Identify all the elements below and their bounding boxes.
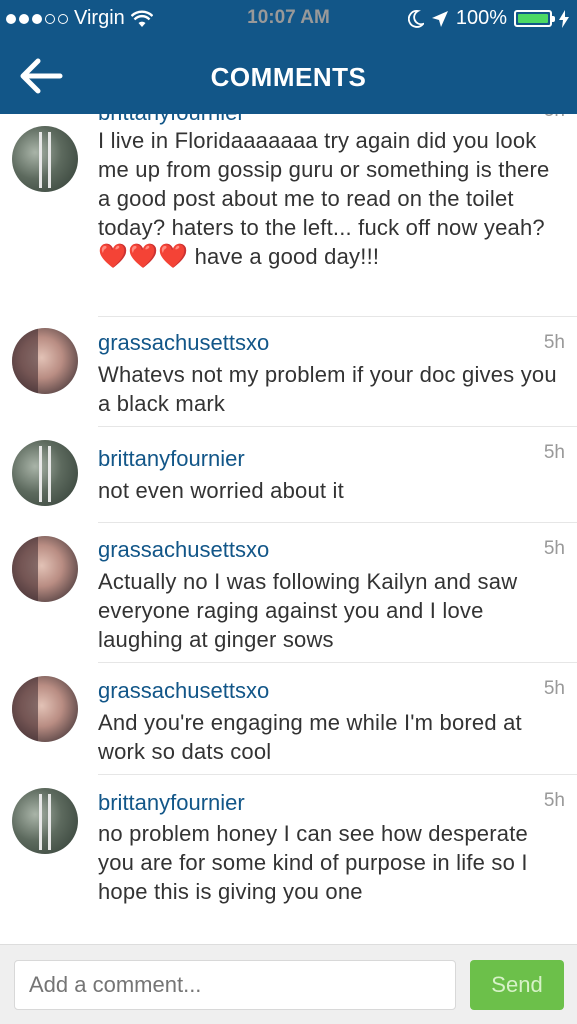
comment-input[interactable] xyxy=(14,960,456,1010)
page-title: COMMENTS xyxy=(210,62,367,92)
avatar[interactable] xyxy=(12,536,78,602)
battery-percent: 100% xyxy=(455,7,507,29)
top-header: Virgin 10:07 AM 100% COMMENTS xyxy=(0,0,577,114)
avatar[interactable] xyxy=(12,440,78,506)
comment-text: Whatevs not my problem if your doc gives… xyxy=(98,362,557,416)
comment-item: brittanyfournier 5h not even worried abo… xyxy=(0,426,577,523)
status-bar: Virgin 10:07 AM 100% xyxy=(0,0,577,38)
comment-item: brittanyfournier 5h no problem honey I c… xyxy=(0,774,577,944)
comment-text: not even worried about it xyxy=(98,478,344,503)
comment-timestamp: 5h xyxy=(543,790,565,811)
comment-username[interactable]: grassachusettsxo xyxy=(98,678,269,704)
comment-text: Actually no I was following Kailyn and s… xyxy=(98,569,518,652)
battery-icon xyxy=(514,10,555,27)
comment-body: I live in Floridaaaaaaa try again did yo… xyxy=(98,128,550,240)
comment-username[interactable]: brittanyfournier xyxy=(98,446,245,472)
nav-bar: COMMENTS xyxy=(0,38,577,114)
comment-item: brittanyfournier 5h I live in Floridaaaa… xyxy=(0,96,577,317)
moon-icon xyxy=(407,9,424,28)
avatar[interactable] xyxy=(12,676,78,742)
comment-username[interactable]: grassachusettsxo xyxy=(98,330,269,356)
comment-username[interactable]: grassachusettsxo xyxy=(98,537,269,563)
comment-text: And you're engaging me while I'm bored a… xyxy=(98,710,522,764)
comment-timestamp: 5h xyxy=(543,442,565,463)
avatar[interactable] xyxy=(12,328,78,394)
avatar[interactable] xyxy=(12,788,78,854)
comment-item: grassachusettsxo 5h And you're engaging … xyxy=(0,662,577,775)
location-arrow-icon xyxy=(431,10,448,27)
heart-emoji-icons: ❤️❤️❤️ xyxy=(98,243,189,270)
comment-timestamp: 5h xyxy=(543,538,565,559)
avatar[interactable] xyxy=(12,126,78,192)
send-button[interactable]: Send xyxy=(470,960,564,1010)
comment-tail: have a good day!!! xyxy=(194,244,380,269)
comment-username[interactable]: brittanyfournier xyxy=(98,790,245,816)
comment-timestamp: 5h xyxy=(543,678,565,699)
comments-list[interactable]: brittanyfournier 5h I live in Floridaaaa… xyxy=(0,0,577,944)
comment-item: grassachusettsxo 5h Whatevs not my probl… xyxy=(0,316,577,427)
charging-bolt-icon xyxy=(559,9,569,28)
comment-composer: Send xyxy=(0,944,577,1024)
comment-item: grassachusettsxo 5h Actually no I was fo… xyxy=(0,522,577,663)
status-right: 100% xyxy=(407,7,569,30)
comment-text: I live in Floridaaaaaaa try again did yo… xyxy=(98,126,568,271)
comment-timestamp: 5h xyxy=(543,332,565,353)
comment-text: no problem honey I can see how desperate… xyxy=(98,821,528,904)
